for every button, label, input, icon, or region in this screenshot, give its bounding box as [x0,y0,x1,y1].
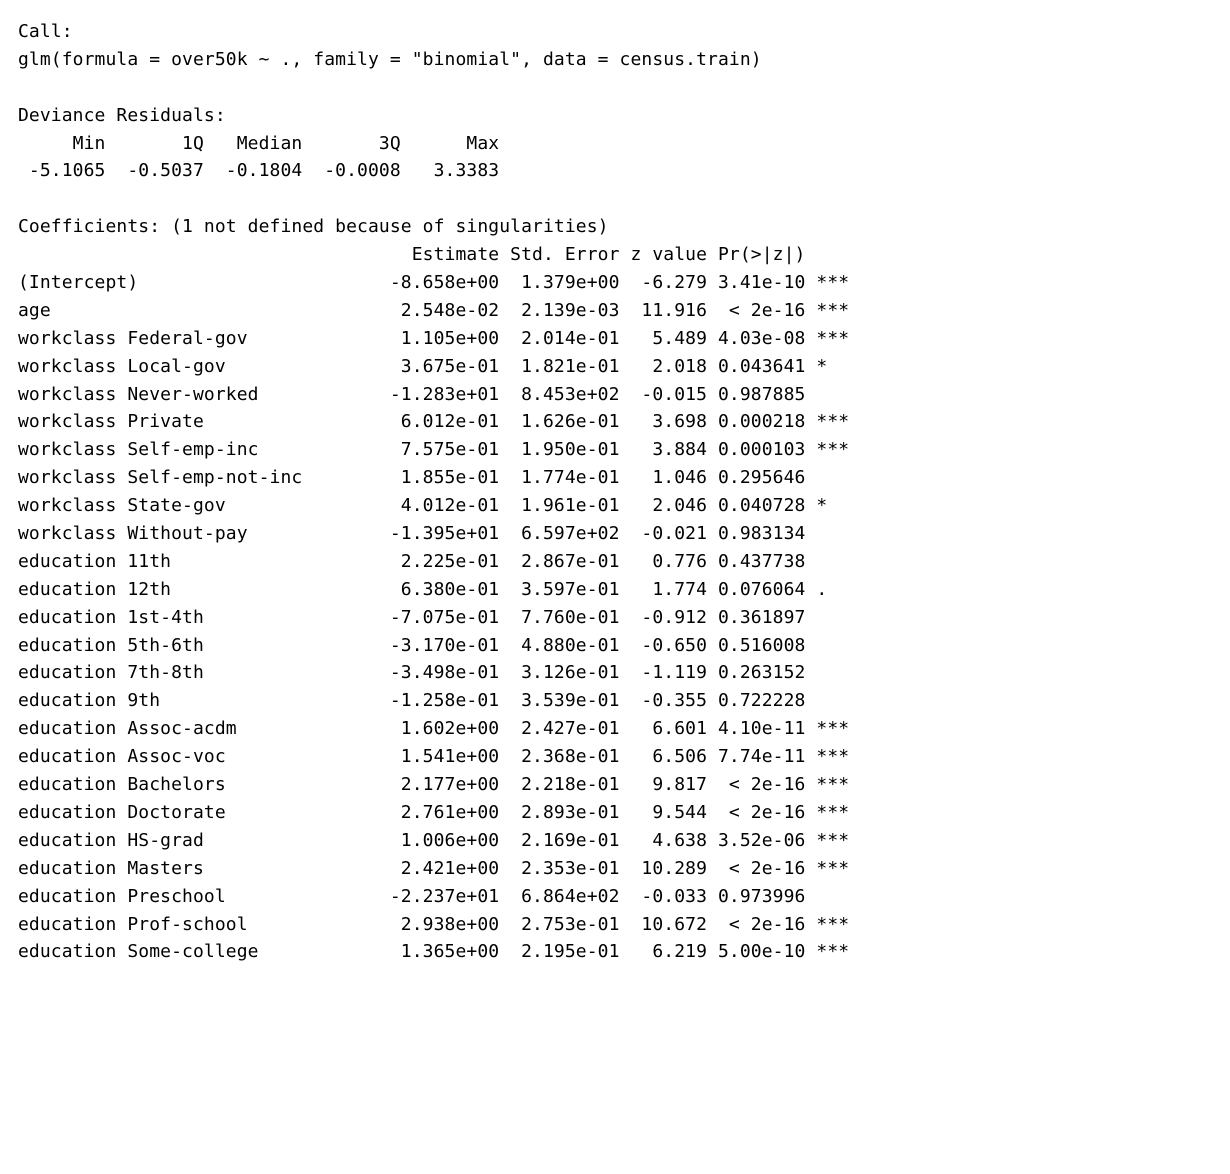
glm-summary-output: Call: glm(formula = over50k ~ ., family … [0,0,1230,984]
